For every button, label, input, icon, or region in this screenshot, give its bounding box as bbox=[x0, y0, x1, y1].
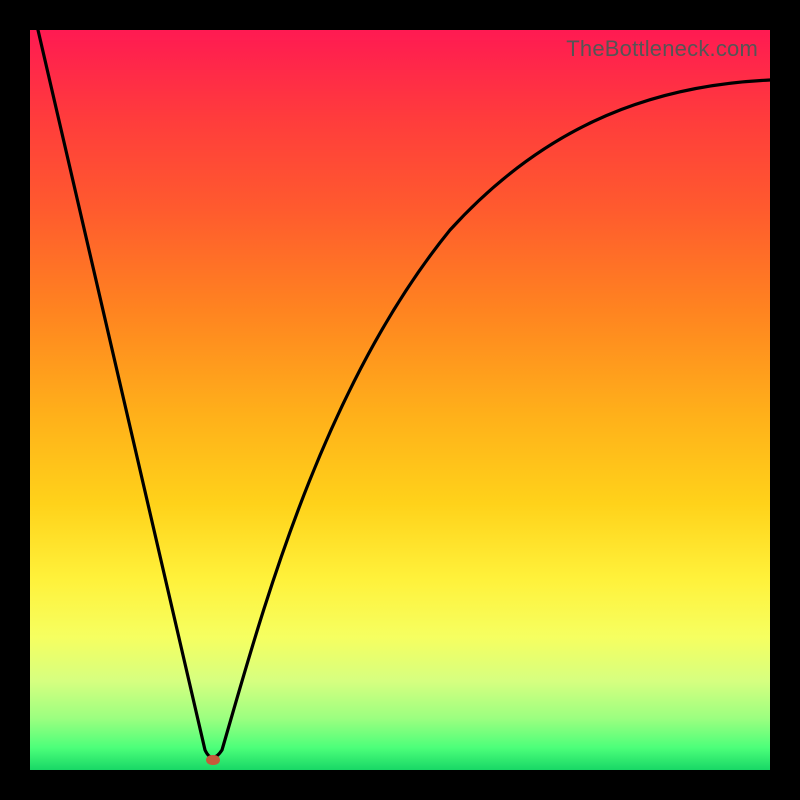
curve-path bbox=[38, 30, 770, 758]
bottleneck-curve bbox=[30, 30, 770, 770]
chart-frame: TheBottleneck.com bbox=[0, 0, 800, 800]
plot-area: TheBottleneck.com bbox=[30, 30, 770, 770]
optimal-marker bbox=[206, 755, 220, 765]
